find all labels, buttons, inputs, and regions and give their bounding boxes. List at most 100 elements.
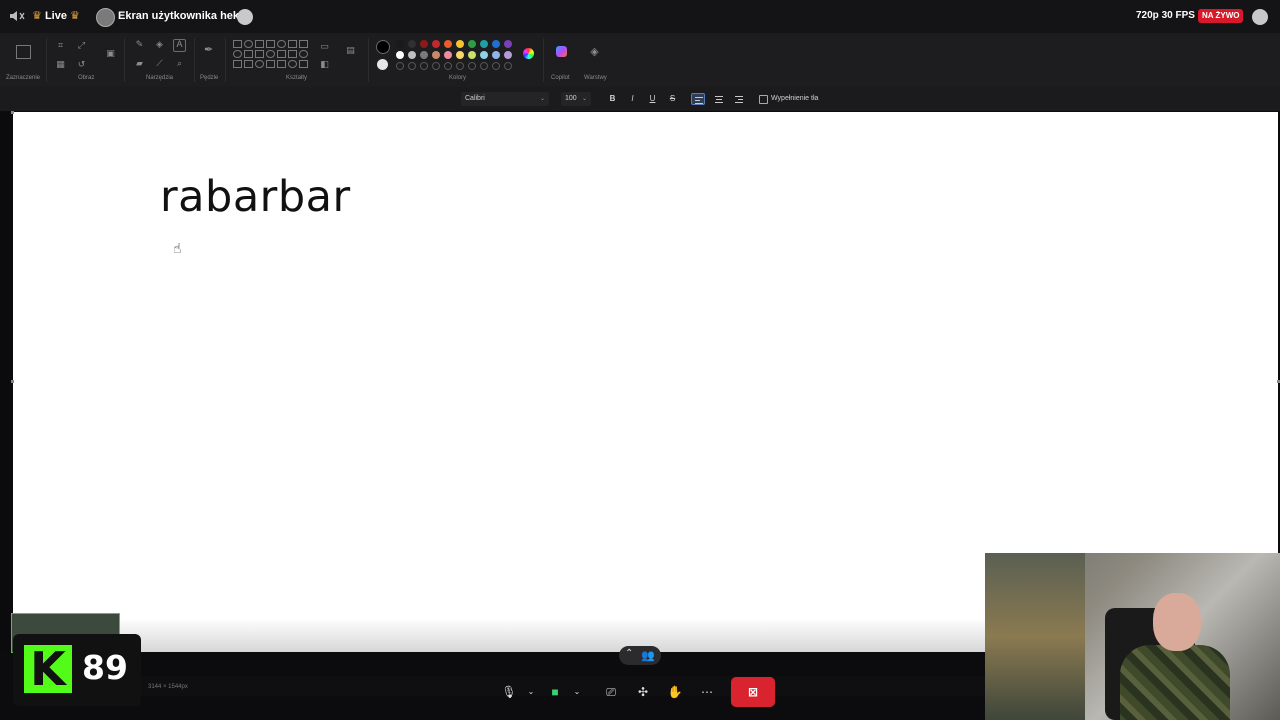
shape-icon[interactable] [299,40,308,48]
secondary-color-swatch[interactable] [377,59,388,70]
rotate-icon[interactable]: ↺ [77,60,86,69]
shape-icon[interactable] [266,50,275,58]
color-palette[interactable] [396,40,516,70]
color-swatch[interactable] [396,40,404,48]
shape-icon[interactable] [277,40,286,48]
layers-icon[interactable]: ◈ [590,47,599,58]
shape-icon[interactable] [277,60,286,68]
select-all-icon[interactable]: ▦ [56,60,65,69]
primary-color-swatch[interactable] [376,40,390,54]
expand-participants-button[interactable]: ⌃ 👥 [619,646,661,665]
color-swatch[interactable] [420,62,428,70]
color-swatch[interactable] [480,62,488,70]
outline-icon[interactable]: ▭ [320,42,329,51]
font-size-select[interactable]: 100 ⌄ [561,92,591,106]
reactions-icon[interactable]: ✋ [663,680,687,704]
color-swatch[interactable] [408,40,416,48]
canvas-text[interactable]: rabarbar [160,172,351,222]
text-tool-icon[interactable]: A [173,39,186,52]
color-swatch[interactable] [504,62,512,70]
shape-icon[interactable] [244,50,253,58]
color-swatch[interactable] [432,62,440,70]
align-center-button[interactable] [712,93,726,105]
color-swatch[interactable] [480,51,488,59]
color-swatch[interactable] [492,62,500,70]
color-swatch[interactable] [468,62,476,70]
color-swatch[interactable] [492,51,500,59]
shape-icon[interactable] [277,50,286,58]
chat-icon[interactable] [1252,9,1268,25]
shape-icon[interactable] [266,60,275,68]
color-swatch[interactable] [504,40,512,48]
color-swatch[interactable] [468,40,476,48]
color-swatch[interactable] [504,51,512,59]
microphone-icon[interactable]: 🎙 [497,680,521,704]
apps-icon[interactable]: ✣ [631,680,655,704]
color-swatch[interactable] [432,40,440,48]
shapes-more-icon[interactable]: ▤ [346,46,355,55]
align-left-button[interactable] [691,93,705,105]
chevron-down-icon[interactable]: ⌄ [519,680,543,704]
bold-button[interactable]: B [607,94,618,104]
shape-icon[interactable] [266,40,275,48]
shape-icon[interactable] [255,50,264,58]
color-swatch[interactable] [396,51,404,59]
brush-icon[interactable]: ✒ [204,45,213,56]
color-swatch[interactable] [456,40,464,48]
shape-icon[interactable] [255,40,264,48]
image-icon[interactable]: ▣ [106,49,115,58]
more-icon[interactable]: ⋯ [695,680,719,704]
color-swatch[interactable] [492,40,500,48]
color-swatch[interactable] [444,51,452,59]
color-swatch[interactable] [456,62,464,70]
shape-icon[interactable] [288,40,297,48]
resize-icon[interactable]: ⤢ [77,41,86,50]
color-wheel-icon[interactable] [523,48,534,59]
strikethrough-button[interactable]: S [667,94,678,104]
shape-icon[interactable] [299,50,308,58]
font-family-select[interactable]: Calibri ⌄ [461,92,549,106]
pencil-icon[interactable]: ✎ [135,40,144,49]
background-fill-checkbox[interactable] [759,95,768,104]
color-swatch[interactable] [396,62,404,70]
color-swatch[interactable] [420,40,428,48]
canvas-resize-handle[interactable] [11,111,14,114]
eraser-icon[interactable]: ▰ [135,59,144,68]
shape-icon[interactable] [244,40,253,48]
color-swatch[interactable] [444,40,452,48]
chevron-down-icon[interactable]: ⌄ [565,680,589,704]
end-call-icon[interactable]: ⊠ [731,677,775,707]
stream-top-bar: ♛ Live ♛ Ekran użytkownika heksa 720p 30… [0,0,1280,33]
speaker-icon[interactable] [8,7,26,25]
shape-icon[interactable] [233,50,242,58]
color-swatch[interactable] [432,51,440,59]
shape-icon[interactable] [255,60,264,68]
italic-button[interactable]: I [627,94,638,104]
color-swatch[interactable] [408,62,416,70]
align-right-button[interactable] [732,93,746,105]
copilot-icon[interactable] [556,46,567,57]
canvas-resize-handle[interactable] [11,380,14,383]
color-swatch[interactable] [408,51,416,59]
shape-fill-icon[interactable]: ◧ [320,60,329,69]
color-swatch[interactable] [468,51,476,59]
shape-icon[interactable] [233,60,242,68]
shape-icon[interactable] [233,40,242,48]
share-screen-icon[interactable]: ⎚ [599,680,623,704]
fill-icon[interactable]: ◈ [155,40,164,49]
shape-icon[interactable] [244,60,253,68]
color-swatch[interactable] [456,51,464,59]
shape-icon[interactable] [288,50,297,58]
color-swatch[interactable] [420,51,428,59]
shapes-gallery[interactable] [233,40,313,72]
select-tool-icon[interactable] [16,45,31,59]
color-swatch[interactable] [444,62,452,70]
camera-icon[interactable]: ■ [543,680,567,704]
underline-button[interactable]: U [647,94,658,104]
magnifier-icon[interactable]: ⌕ [175,59,184,68]
shape-icon[interactable] [299,60,308,68]
color-swatch[interactable] [480,40,488,48]
crop-icon[interactable]: ⌗ [56,41,65,50]
color-picker-icon[interactable]: ⟋ [155,59,164,68]
shape-icon[interactable] [288,60,297,68]
